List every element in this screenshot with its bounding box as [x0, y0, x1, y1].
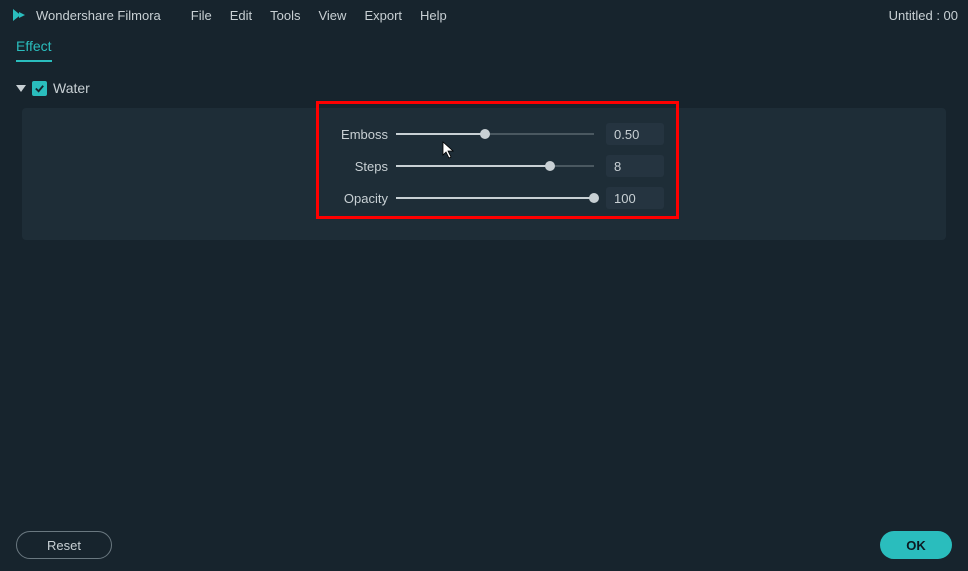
opacity-slider[interactable]: [396, 191, 594, 205]
menubar: File Edit Tools View Export Help: [191, 8, 447, 23]
titlebar: Wondershare Filmora File Edit Tools View…: [0, 0, 968, 30]
menu-edit[interactable]: Edit: [230, 8, 252, 23]
tab-effect[interactable]: Effect: [16, 38, 52, 62]
steps-slider[interactable]: [396, 159, 594, 173]
reset-button[interactable]: Reset: [16, 531, 112, 559]
effect-name: Water: [53, 80, 90, 96]
effect-header: Water: [16, 80, 952, 96]
footer: Reset OK: [0, 531, 968, 559]
slider-row-emboss: Emboss 0.50: [334, 118, 674, 150]
ok-button[interactable]: OK: [880, 531, 952, 559]
slider-controls: Emboss 0.50 Steps 8 Opacity: [334, 118, 674, 214]
menu-help[interactable]: Help: [420, 8, 447, 23]
app-logo-icon: [10, 6, 28, 24]
app-name: Wondershare Filmora: [36, 8, 161, 23]
slider-label: Steps: [334, 159, 396, 174]
collapse-toggle-icon[interactable]: [16, 85, 26, 92]
steps-value[interactable]: 8: [606, 155, 664, 177]
menu-tools[interactable]: Tools: [270, 8, 300, 23]
effect-enable-checkbox[interactable]: [32, 81, 47, 96]
slider-label: Emboss: [334, 127, 396, 142]
slider-label: Opacity: [334, 191, 396, 206]
emboss-slider[interactable]: [396, 127, 594, 141]
project-name: Untitled : 00: [889, 8, 958, 23]
opacity-value[interactable]: 100: [606, 187, 664, 209]
menu-view[interactable]: View: [318, 8, 346, 23]
menu-file[interactable]: File: [191, 8, 212, 23]
tabbar: Effect: [0, 30, 968, 62]
effect-panel: Emboss 0.50 Steps 8 Opacity: [22, 108, 946, 240]
menu-export[interactable]: Export: [364, 8, 402, 23]
slider-row-opacity: Opacity 100: [334, 182, 674, 214]
slider-row-steps: Steps 8: [334, 150, 674, 182]
content-area: Water Emboss 0.50 Steps 8: [0, 62, 968, 240]
emboss-value[interactable]: 0.50: [606, 123, 664, 145]
